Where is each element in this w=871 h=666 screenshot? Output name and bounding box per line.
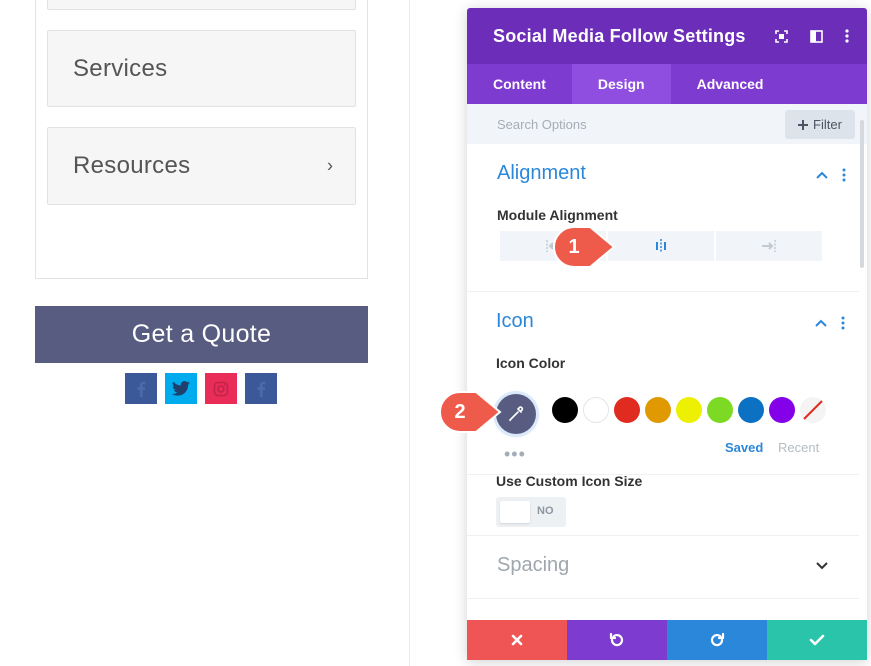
- plus-icon: [798, 119, 809, 130]
- modal-tabs: Content Design Advanced: [467, 64, 867, 104]
- menu-item-top[interactable]: [47, 0, 356, 10]
- swatch-transparent[interactable]: [800, 397, 826, 423]
- social-follow-icons: [125, 373, 277, 404]
- chevron-right-icon: ›: [327, 155, 333, 176]
- split-view-icon[interactable]: [810, 29, 823, 43]
- checkmark-icon: [809, 634, 825, 646]
- saved-colors-tab[interactable]: Saved: [725, 440, 763, 455]
- instagram-icon[interactable]: [205, 373, 237, 404]
- chevron-down-icon[interactable]: [816, 562, 828, 570]
- facebook-icon[interactable]: [245, 373, 277, 404]
- modal-footer: [467, 620, 867, 660]
- tab-advanced[interactable]: Advanced: [671, 64, 790, 104]
- menu-item-services[interactable]: Services: [47, 30, 356, 107]
- more-icon[interactable]: [845, 29, 849, 43]
- custom-icon-size-label: Use Custom Icon Size: [496, 473, 643, 489]
- twitter-icon[interactable]: [165, 373, 197, 404]
- tab-content[interactable]: Content: [467, 64, 572, 104]
- toggle-knob: [500, 501, 530, 523]
- section-divider: [467, 291, 859, 292]
- custom-icon-size-toggle[interactable]: NO: [496, 497, 566, 527]
- toggle-label: NO: [537, 505, 554, 517]
- callout-badge-1: 1: [552, 225, 616, 269]
- more-colors-icon[interactable]: •••: [504, 444, 526, 465]
- swatch-yellow[interactable]: [676, 397, 702, 423]
- menu-item-label: Resources: [73, 152, 191, 179]
- search-input[interactable]: Search Options: [497, 117, 587, 132]
- chevron-up-icon[interactable]: [816, 171, 828, 179]
- chevron-up-icon[interactable]: [815, 319, 827, 327]
- align-right-button[interactable]: [716, 231, 822, 261]
- callout-number: 2: [454, 400, 466, 423]
- page-preview: Services Resources › Get a Quote: [0, 0, 410, 666]
- swatch-orange[interactable]: [645, 397, 671, 423]
- no-color-icon: [803, 400, 823, 420]
- tab-design[interactable]: Design: [571, 64, 671, 104]
- filter-button[interactable]: Filter: [785, 110, 855, 139]
- settings-modal: Social Media Follow Settings Content Des…: [467, 8, 867, 660]
- menu-item-label: Services: [73, 54, 168, 82]
- filter-label: Filter: [813, 117, 842, 132]
- swatch-black[interactable]: [552, 397, 578, 423]
- section-more-icon[interactable]: [841, 316, 845, 330]
- eyedropper-icon: [509, 406, 524, 422]
- section-more-icon[interactable]: [842, 168, 846, 182]
- undo-button[interactable]: [567, 620, 667, 660]
- recent-colors-tab[interactable]: Recent: [778, 440, 819, 455]
- redo-icon: [710, 632, 725, 647]
- section-divider: [467, 598, 859, 599]
- align-right-icon: [762, 240, 776, 252]
- menu-item-resources[interactable]: Resources ›: [47, 127, 356, 205]
- sidebar-menu-card: Services Resources ›: [35, 0, 368, 279]
- close-icon: [511, 634, 523, 646]
- swatch-blue[interactable]: [738, 397, 764, 423]
- section-divider: [467, 535, 859, 536]
- color-picker-button[interactable]: [496, 394, 536, 434]
- swatch-white[interactable]: [583, 397, 609, 423]
- spacing-section-title[interactable]: Spacing: [497, 554, 569, 577]
- modal-title: Social Media Follow Settings: [493, 25, 746, 46]
- alignment-section-title[interactable]: Alignment: [497, 162, 586, 185]
- cancel-button[interactable]: [467, 620, 567, 660]
- get-a-quote-button[interactable]: Get a Quote: [35, 306, 368, 363]
- callout-number: 1: [568, 235, 580, 258]
- scrollbar[interactable]: [860, 120, 864, 268]
- icon-color-label: Icon Color: [496, 355, 566, 371]
- align-center-icon: [656, 239, 666, 253]
- facebook-icon[interactable]: [125, 373, 157, 404]
- swatch-purple[interactable]: [769, 397, 795, 423]
- swatch-green[interactable]: [707, 397, 733, 423]
- fullscreen-icon[interactable]: [775, 29, 788, 43]
- alignment-buttons: [500, 231, 822, 261]
- color-swatches: [552, 397, 826, 423]
- module-alignment-label: Module Alignment: [497, 207, 618, 223]
- save-button[interactable]: [767, 620, 867, 660]
- swatch-red[interactable]: [614, 397, 640, 423]
- modal-header[interactable]: Social Media Follow Settings: [467, 8, 867, 64]
- undo-icon: [609, 632, 624, 647]
- search-options-bar[interactable]: Search Options Filter: [467, 104, 867, 144]
- align-center-button[interactable]: [608, 231, 714, 261]
- icon-section-title[interactable]: Icon: [496, 310, 534, 333]
- redo-button[interactable]: [667, 620, 767, 660]
- callout-badge-2: 2: [438, 390, 502, 434]
